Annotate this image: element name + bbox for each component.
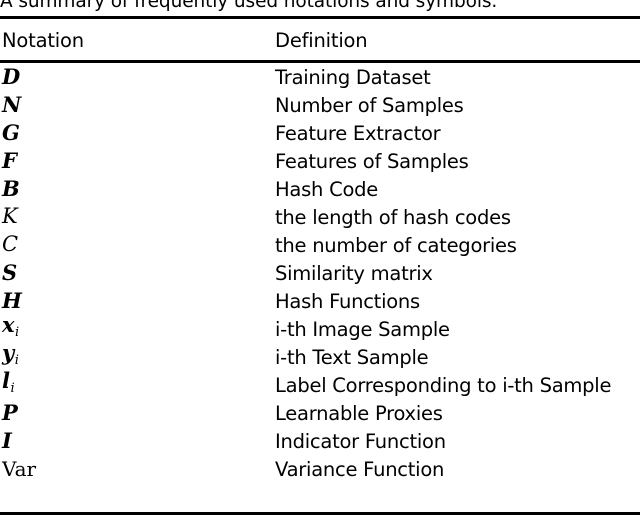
table-row: D Training Dataset — [0, 63, 640, 91]
cell-notation: xi — [2, 314, 19, 339]
column-header-notation: Notation — [2, 29, 84, 52]
cell-notation: S — [2, 262, 17, 283]
cell-definition: Training Dataset — [275, 65, 431, 89]
cell-notation: N — [2, 94, 21, 115]
notation-symbol: N — [2, 92, 22, 117]
notation-symbol: B — [2, 176, 20, 201]
table-row: yi i-th Text Sample — [0, 342, 640, 371]
table-row: N Number of Samples — [0, 91, 640, 119]
cell-definition: Indicator Function — [275, 429, 446, 453]
table-row: H Hash Functions — [0, 287, 640, 315]
table-bottom-rule — [0, 512, 640, 515]
cell-notation: G — [2, 122, 20, 143]
cell-definition: Variance Function — [275, 457, 445, 481]
notation-symbol: P — [2, 400, 18, 425]
table-row: P Learnable Proxies — [0, 399, 640, 427]
cell-definition: the length of hash codes — [275, 205, 511, 229]
notation-subscript: i — [14, 352, 19, 368]
notation-symbol: S — [2, 260, 18, 285]
cell-notation: Var — [2, 459, 36, 479]
notation-table-figure: A summary of frequently used notations a… — [0, 0, 640, 524]
cell-notation: C — [2, 234, 18, 255]
notation-symbol: G — [2, 120, 20, 145]
cell-definition: Feature Extractor — [275, 121, 441, 145]
table-row: xi i-th Image Sample — [0, 314, 640, 343]
table-row: Cthe number of categories — [0, 231, 640, 259]
table-row: G Feature Extractor — [0, 119, 640, 147]
table-row: Kthe length of hash codes — [0, 203, 640, 231]
cell-notation: li — [2, 370, 15, 395]
notation-symbol: I — [2, 428, 12, 453]
table-row: Var Variance Function — [0, 455, 640, 483]
cell-notation: P — [2, 402, 18, 423]
notation-symbol: D — [2, 64, 21, 89]
cell-definition: Hash Code — [275, 177, 379, 201]
notation-symbol: F — [2, 148, 17, 173]
notation-symbol: l — [2, 368, 10, 394]
notation-symbol: H — [2, 288, 22, 313]
cell-notation: K — [2, 206, 18, 227]
cell-definition: Label Corresponding to i-th Sample — [275, 373, 612, 397]
notation-subscript: i — [10, 380, 15, 396]
notation-subscript: i — [15, 324, 20, 340]
cell-definition: the number of categories — [275, 233, 517, 257]
cell-definition: Features of Samples — [275, 149, 469, 173]
notation-symbol: C — [2, 232, 19, 256]
notation-symbol: x — [2, 312, 15, 338]
cell-notation: H — [2, 290, 22, 311]
cell-definition: Similarity matrix — [275, 261, 433, 285]
notation-symbol: Var — [2, 457, 37, 481]
cell-definition: Hash Functions — [275, 289, 420, 313]
cell-notation: I — [2, 430, 12, 451]
notation-symbol: y — [2, 340, 15, 366]
table-row: F Features of Samples — [0, 147, 640, 175]
table-row: S Similarity matrix — [0, 259, 640, 287]
cell-notation: D — [2, 66, 20, 87]
cell-notation: F — [2, 150, 17, 171]
cell-definition: i-th Text Sample — [275, 345, 429, 369]
cell-notation: B — [2, 178, 20, 199]
table-body: D Training Dataset N Number of Samples G Feat… — [0, 63, 640, 483]
table-row: B Hash Code — [0, 175, 640, 203]
table-row: li Label Corresponding to i-th Sample — [0, 370, 640, 399]
table-top-rule — [0, 16, 640, 19]
cell-definition: Number of Samples — [275, 93, 464, 117]
notation-symbol: K — [2, 204, 18, 228]
cell-notation: yi — [2, 342, 19, 367]
cell-definition: Learnable Proxies — [275, 401, 443, 425]
table-row: I Indicator Function — [0, 427, 640, 455]
table-caption-clipped: A summary of frequently used notations a… — [0, 0, 640, 12]
cell-definition: i-th Image Sample — [275, 317, 450, 341]
column-header-definition: Definition — [275, 29, 368, 52]
table-caption-text: A summary of frequently used notations a… — [0, 0, 498, 12]
